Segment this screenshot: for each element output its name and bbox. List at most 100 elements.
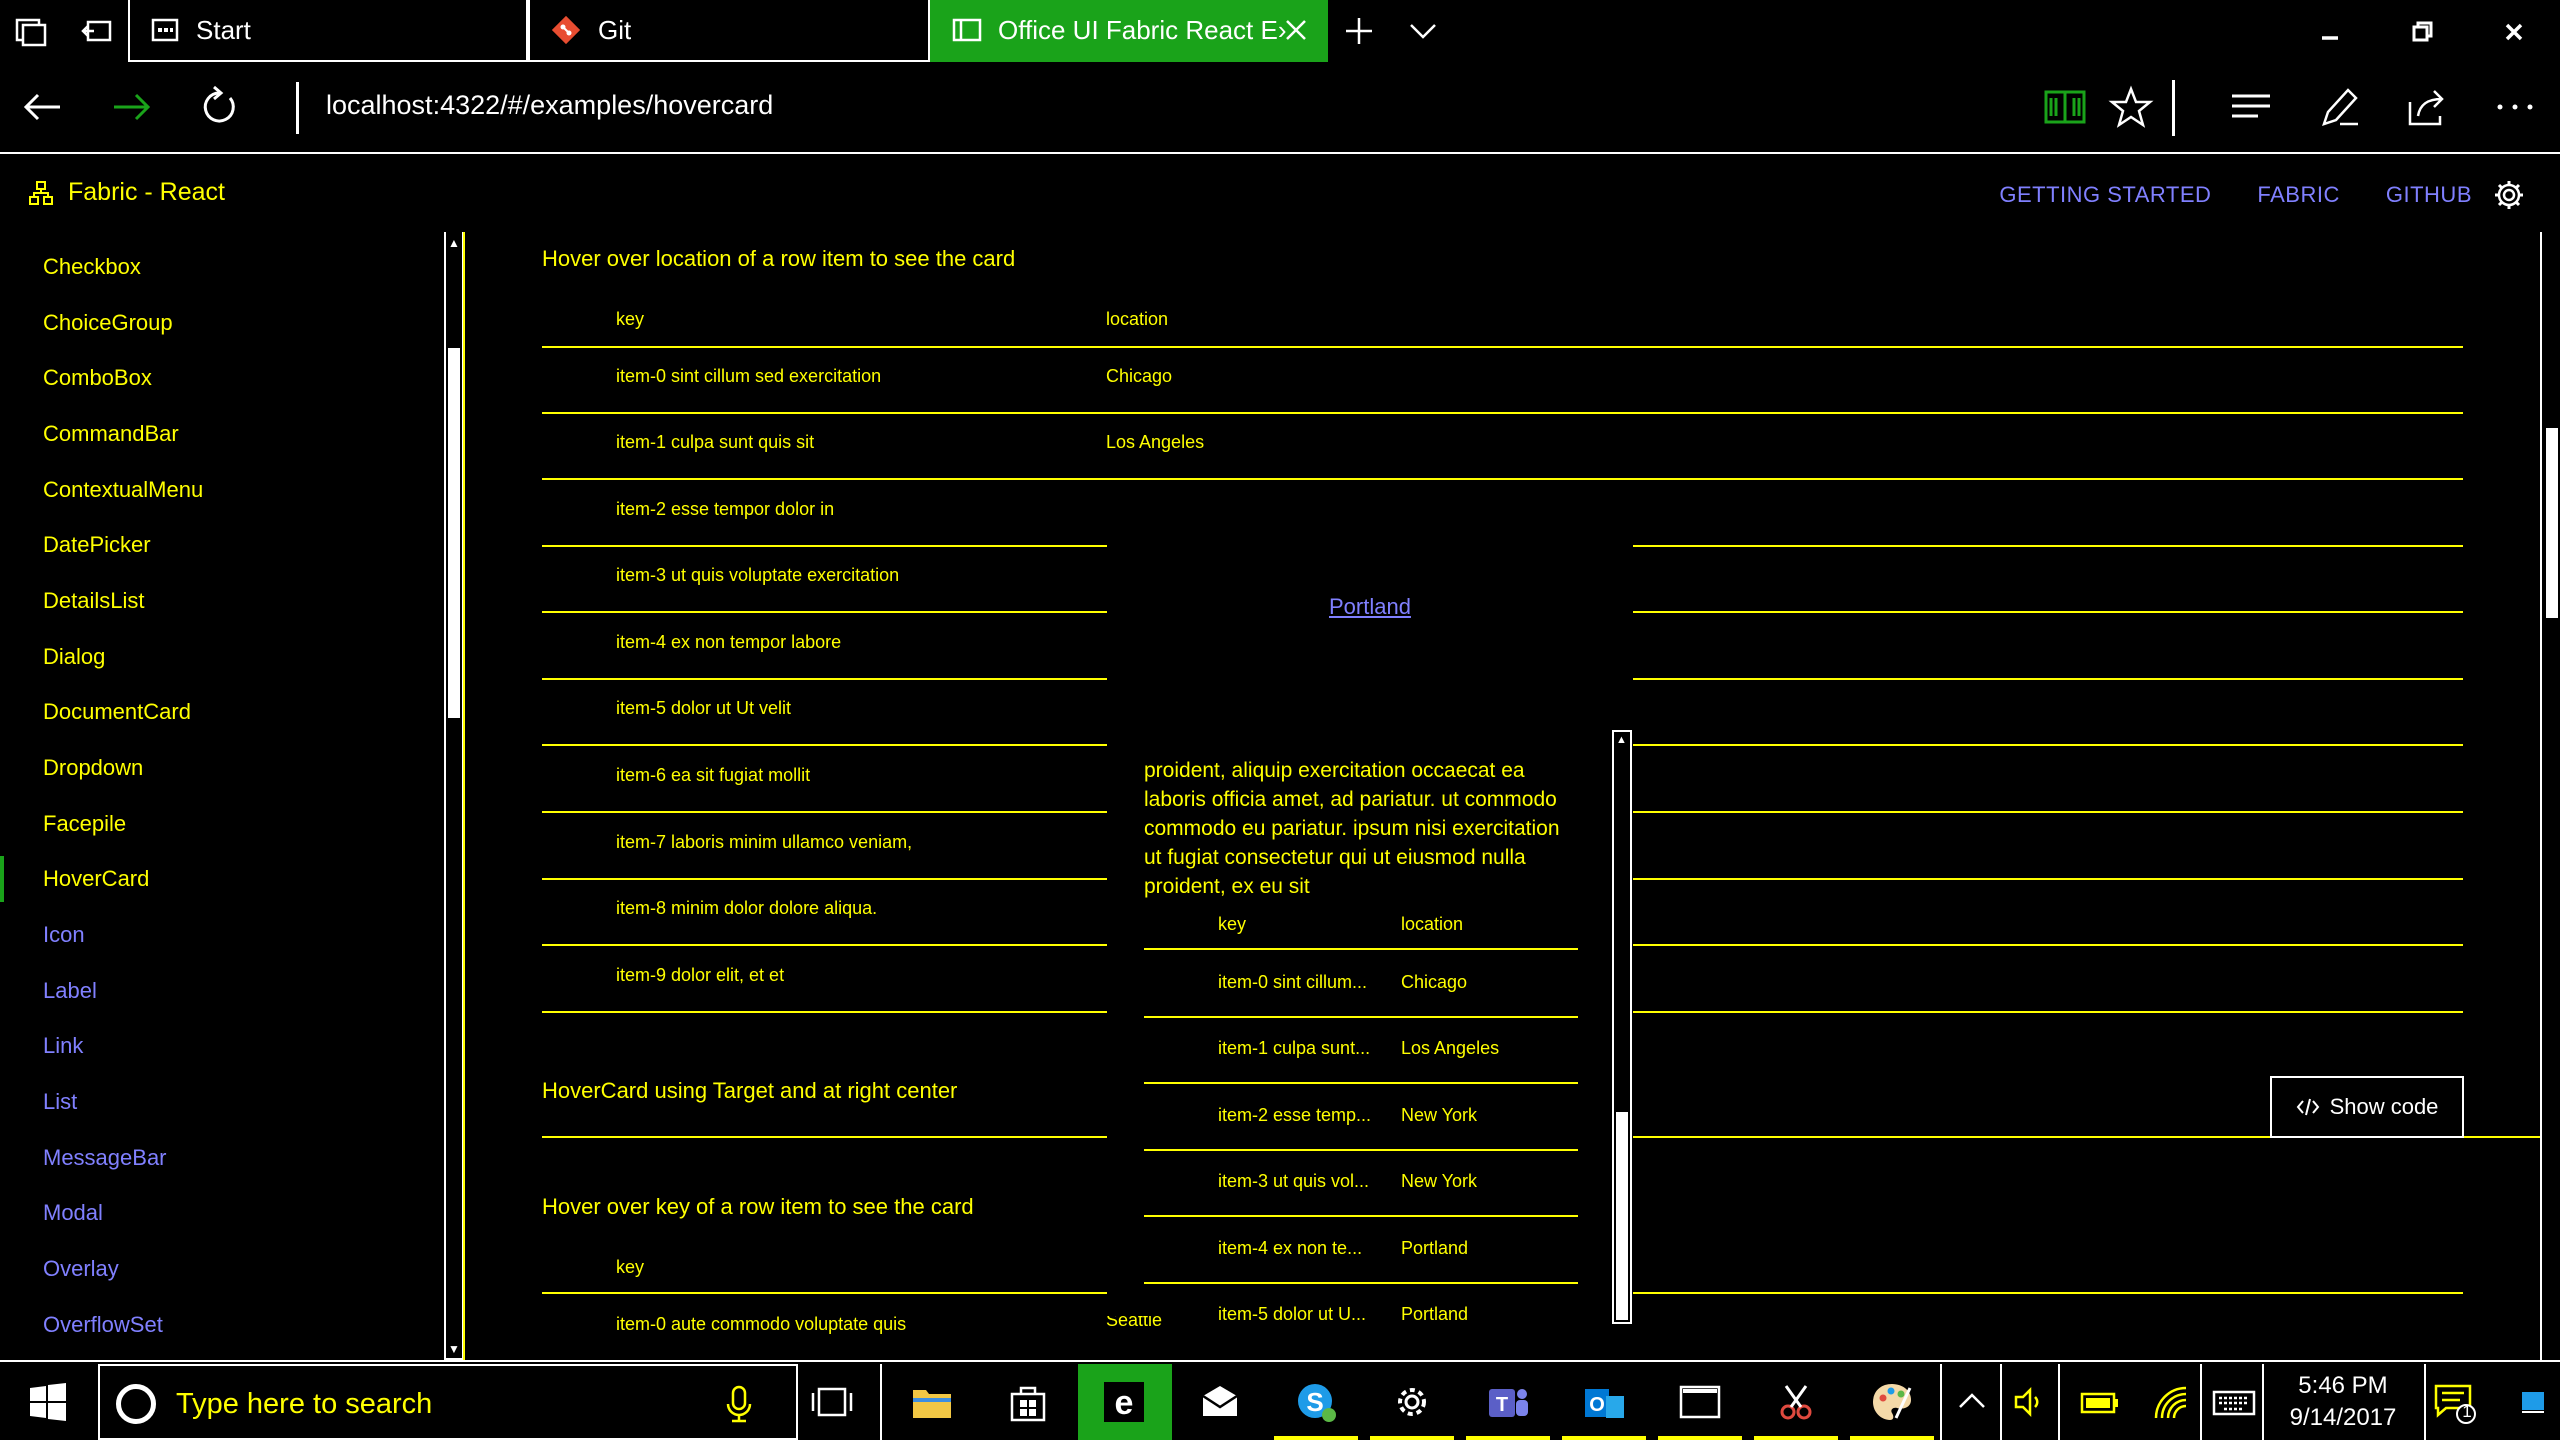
- sidebar-item-icon[interactable]: Icon: [43, 922, 85, 948]
- hovercard-column-location[interactable]: location: [1401, 914, 1463, 935]
- system-clock[interactable]: 5:46 PM 9/14/2017: [2268, 1372, 2418, 1432]
- battery-icon[interactable]: [2078, 1380, 2122, 1424]
- web-note-pen-icon[interactable]: [2316, 84, 2362, 130]
- sidebar-item-checkbox[interactable]: Checkbox: [43, 254, 141, 280]
- refresh-icon[interactable]: [196, 84, 242, 130]
- more-options-icon[interactable]: [2492, 84, 2538, 130]
- scroll-up-arrow-icon[interactable]: ▲: [448, 236, 460, 250]
- windows-start-icon[interactable]: [26, 1380, 70, 1424]
- touch-keyboard-icon[interactable]: [2212, 1380, 2256, 1424]
- sidebar-item-overlay[interactable]: Overlay: [43, 1256, 119, 1282]
- task-view-icon[interactable]: [810, 1380, 854, 1424]
- nav-link-getting-started[interactable]: GETTING STARTED: [1999, 182, 2211, 208]
- hovercard-row-location[interactable]: Chicago: [1401, 972, 1467, 993]
- cortana-icon[interactable]: [116, 1384, 156, 1424]
- close-window-icon[interactable]: [2496, 14, 2532, 50]
- taskbar-search[interactable]: Type here to search: [98, 1364, 798, 1440]
- sidebar-item-combobox[interactable]: ComboBox: [43, 365, 152, 391]
- hovercard-link-portland[interactable]: Portland: [1329, 594, 1411, 620]
- hovercard-row-key[interactable]: item-5 dolor ut U...: [1218, 1304, 1366, 1325]
- skype-icon[interactable]: S: [1294, 1380, 1338, 1424]
- table-row-key[interactable]: item-3 ut quis voluptate exercitation: [616, 565, 899, 586]
- hovercard-scroll-thumb[interactable]: [1616, 1112, 1628, 1320]
- column-header-location[interactable]: location: [1106, 309, 1168, 330]
- outlook-icon[interactable]: O: [1582, 1380, 1626, 1424]
- tab-office-ui-fabric[interactable]: Office UI Fabric React E›: [930, 0, 1328, 62]
- back-arrow-icon[interactable]: [20, 84, 66, 130]
- nav-link-github[interactable]: GITHUB: [2386, 182, 2472, 208]
- close-tab-icon[interactable]: [1282, 16, 1310, 44]
- column-header-key[interactable]: key: [616, 309, 644, 330]
- favorite-star-icon[interactable]: [2108, 84, 2154, 130]
- wifi-icon[interactable]: [2148, 1380, 2192, 1424]
- minimize-icon[interactable]: [2312, 14, 2348, 50]
- teams-icon[interactable]: T: [1486, 1380, 1530, 1424]
- main-scroll-thumb[interactable]: [2546, 428, 2558, 618]
- hovercard-row-key[interactable]: item-3 ut quis vol...: [1218, 1171, 1369, 1192]
- table-row-key[interactable]: item-2 esse tempor dolor in: [616, 499, 834, 520]
- table-row-location[interactable]: Seattle: [1106, 1316, 1162, 1330]
- chevron-down-icon[interactable]: [1406, 14, 1440, 48]
- snipping-tool-icon[interactable]: [1774, 1380, 1818, 1424]
- hovercard-row-location[interactable]: Los Angeles: [1401, 1038, 1499, 1059]
- table-row-key[interactable]: item-0 sint cillum sed exercitation: [616, 366, 881, 387]
- table-row-key[interactable]: item-9 dolor elit, et et: [616, 965, 784, 986]
- brand[interactable]: Fabric - React: [28, 178, 225, 207]
- new-tab-icon[interactable]: [1342, 14, 1376, 48]
- microphone-icon[interactable]: [724, 1384, 754, 1424]
- sidebar-item-contextualmenu[interactable]: ContextualMenu: [43, 477, 203, 503]
- hovercard-row-location[interactable]: Portland: [1401, 1238, 1468, 1259]
- hovercard-row-location[interactable]: Portland: [1401, 1304, 1468, 1325]
- show-desktop-icon[interactable]: [2520, 1390, 2546, 1416]
- table-row-key[interactable]: item-6 ea sit fugiat mollit: [616, 765, 810, 786]
- sidebar-item-commandbar[interactable]: CommandBar: [43, 421, 179, 447]
- sidebar-scroll-thumb[interactable]: [448, 348, 460, 718]
- table-row-key[interactable]: item-5 dolor ut Ut velit: [616, 698, 791, 719]
- reading-view-icon[interactable]: [2042, 84, 2088, 130]
- show-hidden-icons-chevron-icon[interactable]: [1950, 1380, 1994, 1424]
- scroll-down-arrow-icon[interactable]: ▼: [1616, 1310, 1627, 1322]
- file-explorer-icon[interactable]: [910, 1380, 954, 1424]
- settings-gear-icon[interactable]: [1390, 1380, 1434, 1424]
- mail-icon[interactable]: [1198, 1380, 1242, 1424]
- hovercard-column-key[interactable]: key: [1218, 914, 1246, 935]
- restore-icon[interactable]: [2404, 14, 2440, 50]
- terminal-icon[interactable]: [1678, 1380, 1722, 1424]
- scroll-up-arrow-icon[interactable]: ▲: [1616, 734, 1627, 746]
- hovercard-row-key[interactable]: item-1 culpa sunt...: [1218, 1038, 1370, 1059]
- sidebar-item-datepicker[interactable]: DatePicker: [43, 532, 151, 558]
- hub-icon[interactable]: [2228, 84, 2274, 130]
- set-tabs-aside-icon[interactable]: [80, 14, 114, 48]
- table-row-key[interactable]: item-4 ex non tempor labore: [616, 632, 841, 653]
- hovercard-row-key[interactable]: item-4 ex non te...: [1218, 1238, 1362, 1259]
- table-row-key[interactable]: item-7 laboris minim ullamco veniam,: [616, 832, 912, 853]
- sidebar-item-dropdown[interactable]: Dropdown: [43, 755, 143, 781]
- url-field[interactable]: localhost:4322/#/examples/hovercard: [326, 90, 773, 121]
- hovercard-row-location[interactable]: New York: [1401, 1171, 1477, 1192]
- sidebar-item-modal[interactable]: Modal: [43, 1200, 103, 1226]
- tab-git[interactable]: Git: [528, 0, 930, 62]
- table-row-key[interactable]: item-8 minim dolor dolore aliqua.: [616, 898, 877, 919]
- gear-icon[interactable]: [2492, 178, 2526, 212]
- show-code-button[interactable]: Show code: [2270, 1076, 2464, 1138]
- share-icon[interactable]: [2404, 84, 2450, 130]
- store-icon[interactable]: [1006, 1380, 1050, 1424]
- sidebar-item-link[interactable]: Link: [43, 1033, 83, 1059]
- table-row-key[interactable]: item-1 culpa sunt quis sit: [616, 432, 814, 453]
- hovercard-row-location[interactable]: New York: [1401, 1105, 1477, 1126]
- column-header-key[interactable]: key: [616, 1257, 644, 1278]
- hovercard-row-key[interactable]: item-0 sint cillum...: [1218, 972, 1367, 993]
- scroll-down-arrow-icon[interactable]: ▼: [448, 1342, 460, 1356]
- table-row-location[interactable]: Chicago: [1106, 366, 1172, 387]
- tab-start[interactable]: Start: [128, 0, 528, 62]
- sidebar-item-label[interactable]: Label: [43, 978, 97, 1004]
- sidebar-item-overflowset[interactable]: OverflowSet: [43, 1312, 163, 1338]
- sidebar-item-detailslist[interactable]: DetailsList: [43, 588, 144, 614]
- sidebar-item-dialog[interactable]: Dialog: [43, 644, 105, 670]
- paint-icon[interactable]: [1870, 1380, 1914, 1424]
- sidebar-item-messagebar[interactable]: MessageBar: [43, 1145, 167, 1171]
- main-scrollbar[interactable]: [2540, 232, 2560, 1360]
- sidebar-scrollbar[interactable]: ▲ ▼: [444, 232, 464, 1360]
- sidebar-item-hovercard[interactable]: HoverCard: [43, 866, 149, 892]
- forward-arrow-icon[interactable]: [108, 84, 154, 130]
